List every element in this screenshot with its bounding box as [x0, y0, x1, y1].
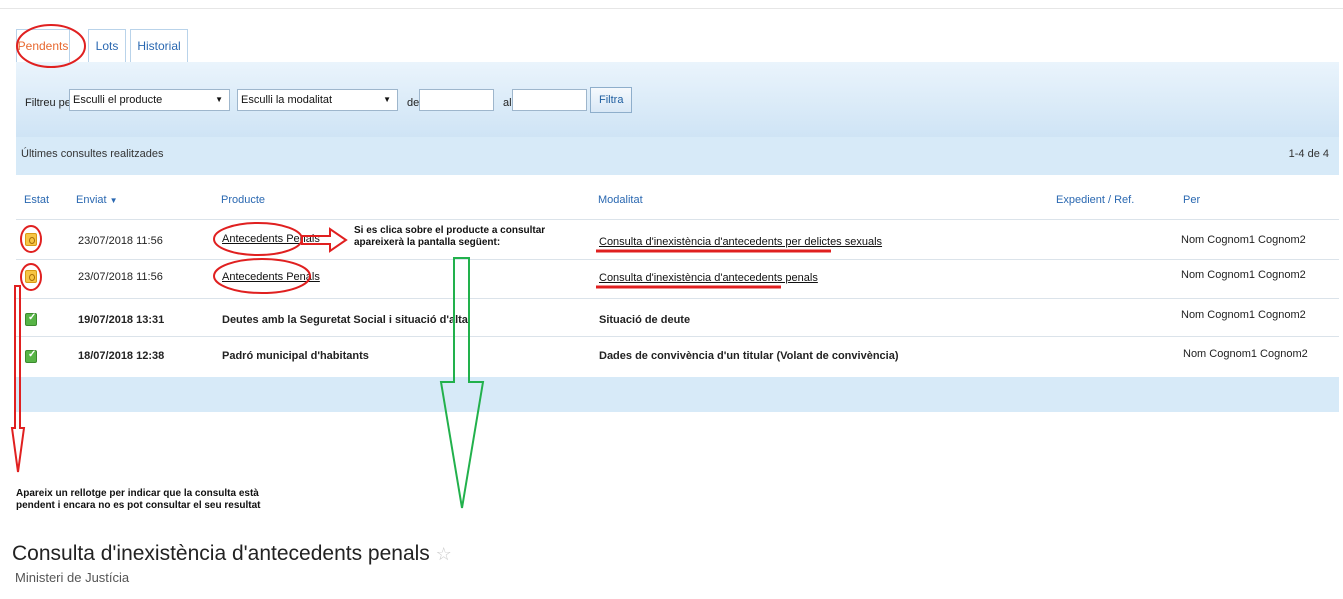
column-header-estat[interactable]: Estat	[24, 194, 49, 206]
dropdown-arrow-icon: ▼	[215, 95, 223, 104]
column-header-enviat-label: Enviat	[76, 194, 107, 206]
check-icon	[25, 349, 37, 363]
column-header-modalitat[interactable]: Modalitat	[598, 194, 643, 206]
clock-icon	[25, 270, 37, 283]
row-modality-link[interactable]: Consulta d'inexistència d'antecedents pe…	[599, 236, 882, 248]
column-header-expedient[interactable]: Expedient / Ref.	[1056, 194, 1134, 206]
page-title-text: Consulta d'inexistència d'antecedents pe…	[12, 542, 430, 565]
row-product-link[interactable]: Padró municipal d'habitants	[222, 350, 369, 362]
page-title: Consulta d'inexistència d'antecedents pe…	[12, 542, 452, 566]
modality-select[interactable]: Esculli la modalitat ▼	[237, 89, 398, 111]
row-user: Nom Cognom1 Cognom2	[1181, 234, 1306, 246]
annotation-clock-note-line2: pendent i encara no es pot consultar el …	[16, 500, 261, 511]
filter-label: Filtreu per	[25, 97, 75, 109]
sort-desc-icon: ▼	[109, 196, 118, 205]
dropdown-arrow-icon: ▼	[383, 95, 391, 104]
check-icon	[25, 312, 37, 326]
product-select[interactable]: Esculli el producte ▼	[69, 89, 230, 111]
row-modality-link[interactable]: Consulta d'inexistència d'antecedents pe…	[599, 272, 818, 284]
filter-button[interactable]: Filtra	[590, 87, 633, 113]
row-date: 19/07/2018 13:31	[78, 314, 165, 326]
row-modality-link[interactable]: Situació de deute	[599, 314, 690, 326]
annotation-click-note-line2: apareixerà la pantalla següent:	[354, 237, 501, 248]
date-to-input[interactable]	[512, 89, 587, 111]
date-from-input[interactable]	[419, 89, 494, 111]
row-date: 23/07/2018 11:56	[78, 235, 163, 247]
row-user: Nom Cognom1 Cognom2	[1181, 269, 1306, 281]
row-modality-link[interactable]: Dades de convivència d'un titular (Volan…	[599, 350, 899, 362]
top-divider	[0, 8, 1343, 9]
annotation-clock-note-line1: Apareix un rellotge per indicar que la c…	[16, 488, 259, 499]
row-date: 18/07/2018 12:38	[78, 350, 165, 362]
row-product-link[interactable]: Deutes amb la Seguretat Social i situaci…	[222, 314, 468, 326]
results-count: 1-4 de 4	[1288, 148, 1329, 160]
date-to-label: al	[503, 97, 512, 109]
column-header-per[interactable]: Per	[1183, 194, 1200, 206]
tab-lots[interactable]: Lots	[88, 29, 126, 62]
row-user: Nom Cognom1 Cognom2	[1183, 348, 1308, 360]
results-title: Últimes consultes realitzades	[21, 148, 164, 160]
column-header-producte[interactable]: Producte	[221, 194, 265, 206]
annotation-clock-note: Apareix un rellotge per indicar que la c…	[16, 488, 261, 512]
row-product-link[interactable]: Antecedents Penals	[222, 271, 320, 283]
row-product-link[interactable]: Antecedents Penals	[222, 233, 320, 245]
favorite-star-icon[interactable]: ☆	[436, 544, 452, 564]
row-user: Nom Cognom1 Cognom2	[1181, 309, 1306, 321]
tab-historial[interactable]: Historial	[130, 29, 188, 62]
page-subtitle: Ministeri de Justícia	[15, 570, 130, 585]
annotation-click-note-line1: Si es clica sobre el producte a consulta…	[354, 225, 546, 236]
modality-select-value: Esculli la modalitat	[241, 94, 333, 106]
tab-pendents[interactable]: Pendents	[16, 29, 70, 62]
annotation-click-note: Si es clica sobre el producte a consulta…	[354, 225, 545, 249]
column-header-enviat[interactable]: Enviat ▼	[76, 194, 118, 206]
row-date: 23/07/2018 11:56	[78, 271, 163, 283]
clock-icon	[25, 233, 37, 246]
product-select-value: Esculli el producte	[73, 94, 163, 106]
